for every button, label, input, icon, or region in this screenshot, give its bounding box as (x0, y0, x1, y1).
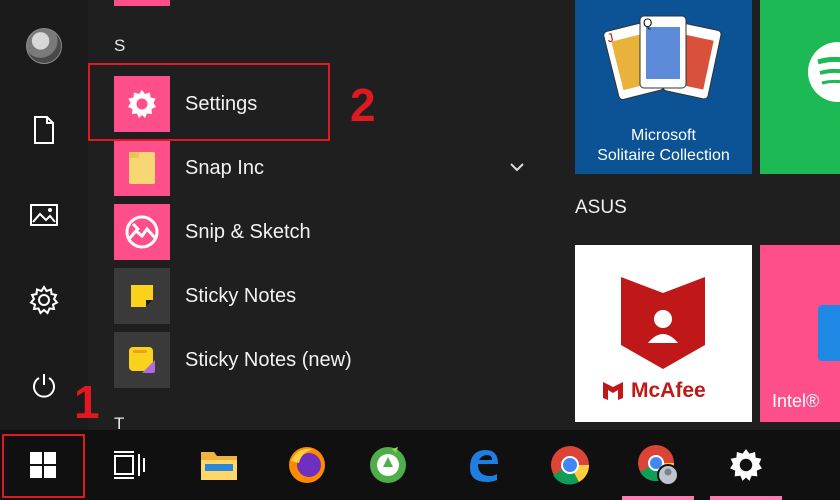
playing-cards-icon: J K Q (603, 15, 722, 100)
firefox-icon (289, 447, 325, 483)
power-icon (33, 374, 55, 398)
step-number-1: 1 (74, 376, 100, 428)
mcafee-brand: McAfee (601, 379, 731, 403)
app-label-snip-sketch: Snip & Sketch (185, 220, 311, 243)
solitaire-caption-line1: Microsoft (631, 127, 696, 144)
tile-group-title[interactable]: ASUS (575, 197, 627, 219)
intel-tile-label: Intel® (772, 391, 820, 411)
spotify-icon (808, 42, 840, 102)
task-view-button[interactable] (86, 430, 172, 500)
group-header-s[interactable]: S (114, 36, 125, 56)
svg-text:Q: Q (643, 16, 652, 30)
chrome-profile-icon (638, 445, 679, 486)
app-label-sticky-notes: Sticky Notes (185, 284, 297, 307)
gear-icon (29, 285, 59, 315)
taskbar-chrome[interactable] (527, 430, 613, 500)
sticky-notes-tile (114, 268, 170, 324)
tile-intel[interactable]: Intel® (760, 245, 840, 422)
highlight-settings (88, 63, 330, 141)
sticky-notes-new-tile (114, 332, 170, 388)
edge-icon (470, 450, 498, 482)
user-account-button[interactable] (0, 18, 88, 74)
pictures-button[interactable] (0, 187, 88, 243)
folder-icon (129, 152, 155, 184)
group-header-t[interactable]: T (114, 414, 124, 430)
snip-sketch-tile (114, 204, 170, 260)
mcafee-logo-icon (603, 382, 623, 400)
picture-icon (30, 204, 58, 226)
gear-icon (730, 449, 762, 481)
app-item-snip-sketch[interactable]: Snip & Sketch (114, 202, 530, 262)
chevron-down-icon[interactable] (508, 158, 526, 176)
tile-spotify[interactable] (760, 0, 840, 174)
tile-mcafee[interactable]: McAfee (575, 245, 752, 422)
app-item-sticky-notes-new[interactable]: Sticky Notes (new) (114, 330, 530, 390)
mcafee-brand-text: McAfee (631, 379, 706, 402)
taskbar-firefox[interactable] (264, 430, 350, 500)
settings-rail-button[interactable] (0, 272, 88, 328)
running-indicator-chrome-profile (622, 496, 694, 500)
snap-inc-folder-tile (114, 140, 170, 196)
documents-button[interactable] (0, 102, 88, 158)
highlight-start-button (2, 434, 85, 498)
taskbar-chrome-profile[interactable] (615, 430, 701, 500)
step-number-2: 2 (350, 79, 376, 131)
app-item-sticky-notes[interactable]: Sticky Notes (114, 266, 530, 326)
snip-sketch-icon (125, 215, 159, 249)
start-menu-rail (0, 0, 88, 430)
taskbar-file-explorer[interactable] (176, 430, 262, 500)
sticky-notes-new-icon (129, 347, 155, 373)
sticky-notes-icon (131, 285, 153, 307)
task-view-icon (114, 451, 145, 479)
taskbar-edge[interactable] (440, 430, 526, 500)
document-icon (34, 116, 54, 144)
tiles-area: J K Q Microsoft Solitaire Collection ASU… (550, 0, 840, 430)
taskbar-settings[interactable] (703, 430, 789, 500)
mcafee-shield-icon (621, 277, 705, 369)
app-label-snap-inc: Snap Inc (185, 156, 264, 179)
running-indicator-settings (710, 496, 782, 500)
solitaire-caption-line2: Solitaire Collection (597, 147, 730, 164)
chrome-icon (551, 446, 590, 485)
avatar (26, 28, 62, 64)
tile-solitaire[interactable]: J K Q Microsoft Solitaire Collection (575, 0, 752, 174)
coccoc-browser-icon (370, 447, 406, 483)
app-item-snap-inc[interactable]: Snap Inc (114, 138, 530, 198)
taskbar-coccoc[interactable] (345, 430, 431, 500)
intel-app-icon (818, 305, 840, 361)
previous-app-tile (114, 0, 170, 6)
taskbar (0, 430, 840, 500)
app-label-sticky-notes-new: Sticky Notes (new) (185, 348, 352, 371)
file-explorer-icon (201, 452, 237, 480)
